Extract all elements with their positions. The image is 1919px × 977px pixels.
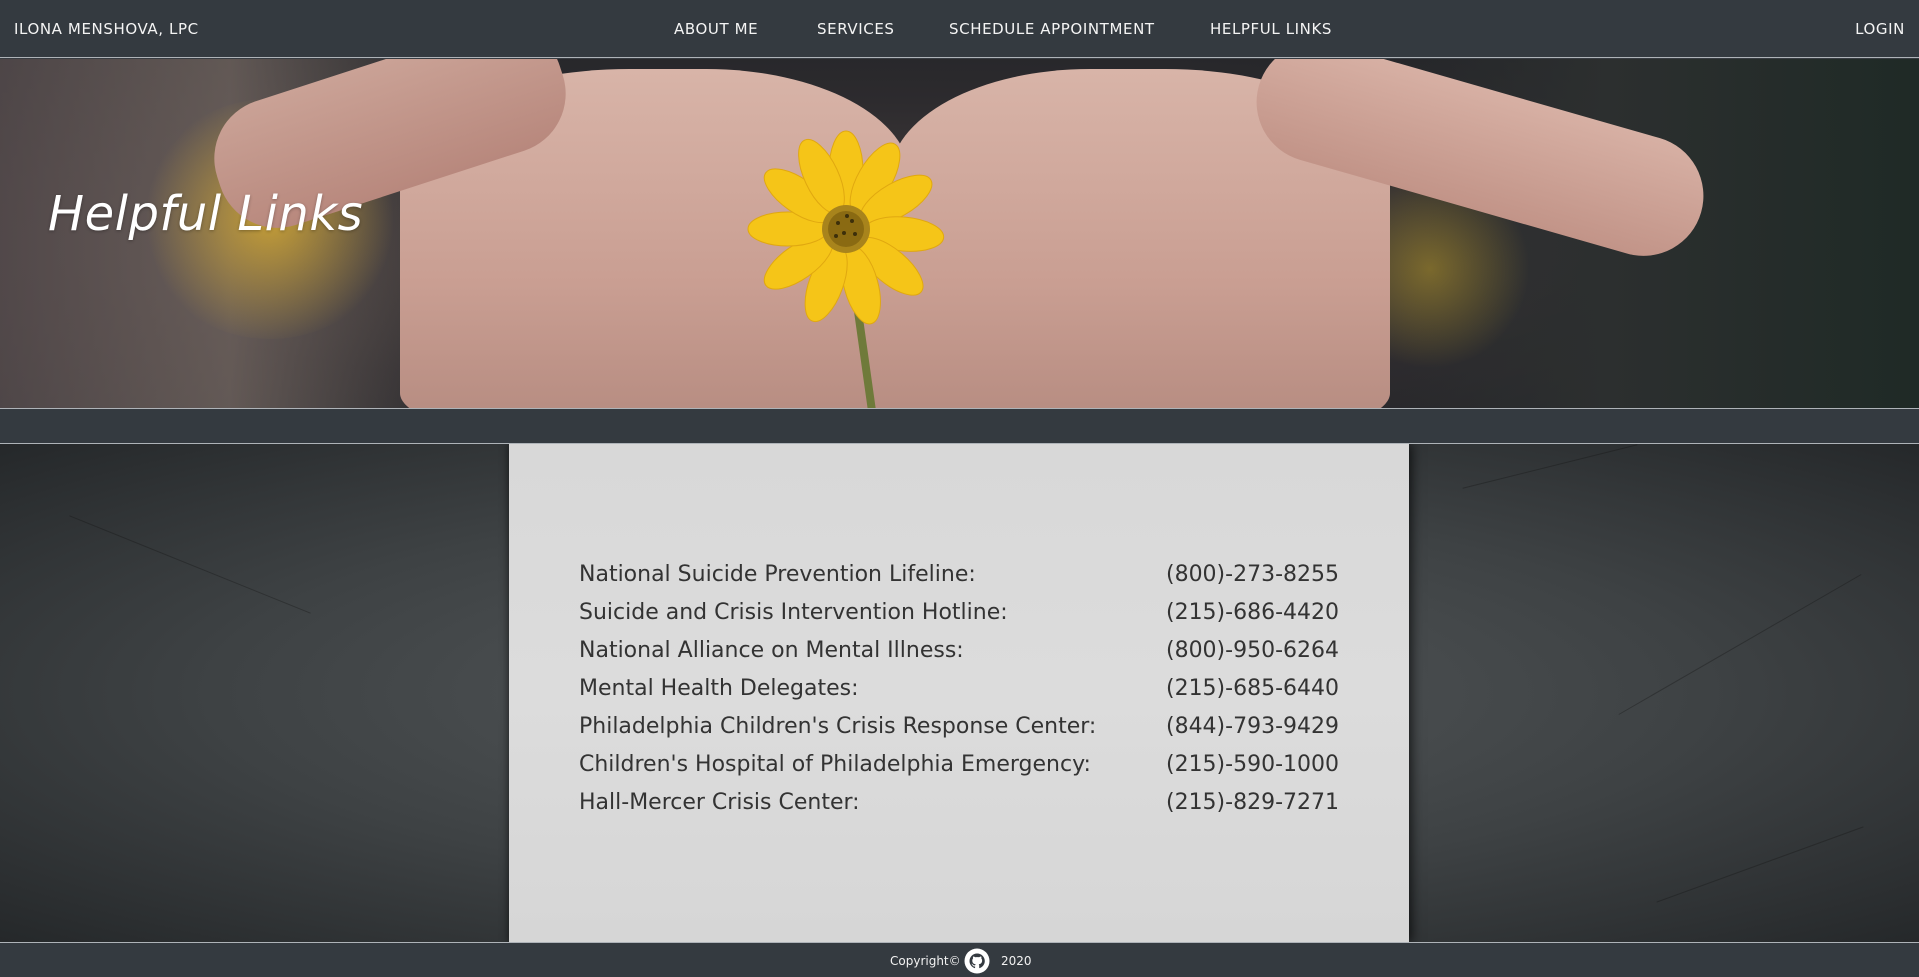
- texture-line: [69, 515, 311, 614]
- link-name: Hall-Mercer Crisis Center:: [579, 790, 860, 815]
- texture-line: [1618, 574, 1862, 715]
- list-item: Hall-Mercer Crisis Center: (215)-829-727…: [579, 790, 1339, 828]
- yellow-flower-image: [747, 130, 945, 325]
- copyright-year: 2020: [1001, 954, 1032, 968]
- list-item: Philadelphia Children's Crisis Response …: [579, 714, 1339, 752]
- phone-number[interactable]: (800)-273-8255: [1166, 562, 1339, 587]
- texture-line: [1656, 826, 1864, 903]
- phone-number[interactable]: (215)-686-4420: [1166, 600, 1339, 625]
- phone-number[interactable]: (215)-685-6440: [1166, 676, 1339, 701]
- helpful-links-list: National Suicide Prevention Lifeline: (8…: [579, 562, 1339, 828]
- main-content: National Suicide Prevention Lifeline: (8…: [0, 444, 1919, 942]
- github-icon[interactable]: [964, 948, 990, 974]
- nav-item-services[interactable]: SERVICES: [817, 20, 895, 38]
- divider-strip: [0, 408, 1919, 444]
- copyright-text: Copyright©: [890, 954, 961, 968]
- login-link[interactable]: LOGIN: [1855, 20, 1905, 38]
- footer: Copyright© 2020: [0, 942, 1919, 977]
- phone-number[interactable]: (800)-950-6264: [1166, 638, 1339, 663]
- list-item: National Suicide Prevention Lifeline: (8…: [579, 562, 1339, 600]
- link-name: Children's Hospital of Philadelphia Emer…: [579, 752, 1091, 777]
- navbar: ILONA MENSHOVA, LPC ABOUT ME SERVICES SC…: [0, 0, 1919, 58]
- link-name: National Alliance on Mental Illness:: [579, 638, 964, 663]
- page-title: Helpful Links: [48, 186, 364, 242]
- helpful-links-card: National Suicide Prevention Lifeline: (8…: [509, 444, 1409, 942]
- link-name: Suicide and Crisis Intervention Hotline:: [579, 600, 1008, 625]
- texture-line: [1462, 444, 1638, 489]
- list-item: Suicide and Crisis Intervention Hotline:…: [579, 600, 1339, 638]
- list-item: National Alliance on Mental Illness: (80…: [579, 638, 1339, 676]
- phone-number[interactable]: (844)-793-9429: [1166, 714, 1339, 739]
- phone-number[interactable]: (215)-829-7271: [1166, 790, 1339, 815]
- list-item: Mental Health Delegates: (215)-685-6440: [579, 676, 1339, 714]
- nav-links: ABOUT ME SERVICES SCHEDULE APPOINTMENT H…: [0, 20, 1919, 40]
- phone-number[interactable]: (215)-590-1000: [1166, 752, 1339, 777]
- nav-item-schedule-appointment[interactable]: SCHEDULE APPOINTMENT: [949, 20, 1155, 38]
- hero-banner: Helpful Links: [0, 59, 1919, 408]
- list-item: Children's Hospital of Philadelphia Emer…: [579, 752, 1339, 790]
- link-name: Philadelphia Children's Crisis Response …: [579, 714, 1097, 739]
- link-name: Mental Health Delegates:: [579, 676, 859, 701]
- link-name: National Suicide Prevention Lifeline:: [579, 562, 976, 587]
- nav-item-helpful-links[interactable]: HELPFUL LINKS: [1210, 20, 1332, 38]
- nav-item-about-me[interactable]: ABOUT ME: [674, 20, 758, 38]
